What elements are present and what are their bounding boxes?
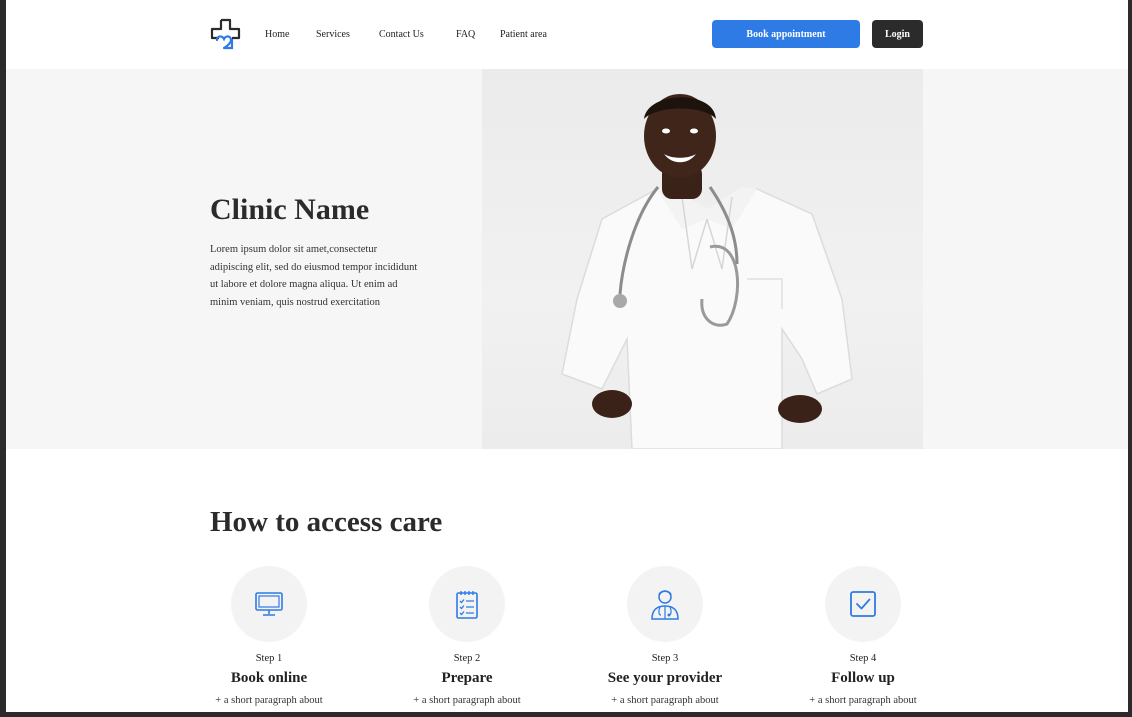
step-icon-circle [627, 566, 703, 642]
step-title: See your provider [607, 670, 723, 686]
step-title: Book online [230, 670, 308, 686]
step-icon-circle [231, 566, 307, 642]
checklist-icon [456, 591, 478, 619]
nav-faq[interactable]: FAQ [456, 29, 475, 40]
step-description: + a short paragraph about [611, 695, 719, 706]
page: Home Services Contact Us FAQ Patient are… [6, 0, 1128, 712]
step-description: + a short paragraph about [413, 695, 521, 706]
step-title: Prepare [441, 670, 493, 686]
book-appointment-button[interactable]: Book appointment [712, 20, 860, 48]
step-number: Step 4 [849, 653, 877, 664]
login-button[interactable]: Login [872, 20, 923, 48]
step-number: Step 3 [651, 653, 679, 664]
step-description: + a short paragraph about [809, 695, 917, 706]
nav-contact-us[interactable]: Contact Us [379, 29, 424, 40]
doctor-photo [482, 69, 923, 449]
step-description: + a short paragraph about [215, 695, 323, 706]
section-title: How to access care [210, 506, 443, 538]
monitor-icon [255, 592, 283, 616]
step-icon-circle [825, 566, 901, 642]
step-card-4: Step 4 Follow up + a short paragraph abo… [783, 566, 943, 706]
hero-title: Clinic Name [210, 193, 370, 226]
step-number: Step 2 [453, 653, 481, 664]
doctor-illustration [561, 94, 853, 449]
step-card-1: Step 1 Book online + a short paragraph a… [189, 566, 349, 706]
step-icon-circle [429, 566, 505, 642]
nav-home[interactable]: Home [265, 29, 289, 40]
step-card-3: Step 3 See your provider + a short parag… [585, 566, 745, 706]
nav-patient-area[interactable]: Patient area [500, 29, 547, 40]
checkbox-icon [850, 591, 876, 617]
step-number: Step 1 [255, 653, 283, 664]
header: Home Services Contact Us FAQ Patient are… [6, 0, 1128, 69]
step-title: Follow up [831, 670, 895, 686]
hero-section: Clinic Name Lorem ipsum dolor sit amet,c… [6, 69, 1128, 449]
step-card-2: Step 2 Prepare + a short paragraph about [387, 566, 547, 706]
doctor-icon [651, 590, 679, 620]
hero-description: Lorem ipsum dolor sit amet,consectetur a… [210, 244, 418, 308]
nav-services[interactable]: Services [316, 29, 350, 40]
clinic-logo-icon[interactable] [210, 18, 242, 50]
